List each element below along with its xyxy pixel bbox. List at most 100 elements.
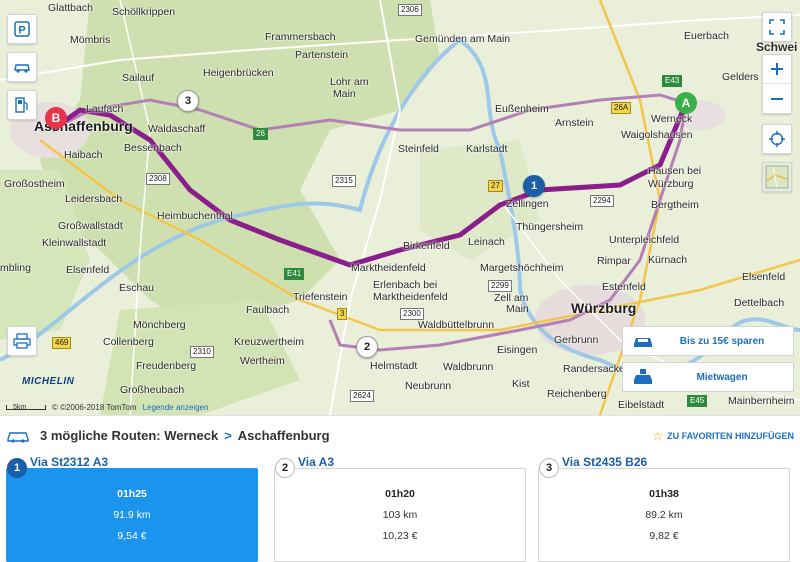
town-label: Euerbach — [684, 30, 729, 42]
town-label: Elsenfeld — [66, 264, 110, 276]
parking-button[interactable]: P — [7, 14, 37, 44]
town-label: Gelders — [722, 71, 759, 83]
town-label: Kist — [512, 378, 530, 390]
plus-icon — [771, 63, 783, 75]
price-saving-button[interactable]: Bis zu 15€ sparen — [622, 326, 794, 356]
route-duration: 01h25 — [117, 488, 147, 500]
svg-text:P: P — [18, 25, 25, 37]
road-number: 469 — [52, 337, 72, 349]
town-label: Glattbach — [48, 2, 93, 14]
town-label: Leidersbach — [65, 193, 123, 205]
town-label: Großheubach — [120, 384, 185, 396]
town-label: Erlenbach bei — [373, 279, 438, 291]
route-card-1[interactable]: 1 Via St2312 A3 01h25 91.9 km 9,54 € — [0, 455, 258, 562]
parking-icon: P — [14, 21, 30, 37]
panel-header: 3 mögliche Routen: Werneck > Aschaffenburg… — [0, 415, 800, 455]
printer-icon — [13, 333, 31, 349]
route-marker-1[interactable]: 1 — [523, 175, 545, 197]
town-label: Dettelbach — [734, 297, 785, 309]
town-label: Helmstadt — [370, 360, 418, 372]
town-label: Unterpleichfeld — [609, 234, 680, 246]
route-number-badge: 3 — [539, 458, 559, 478]
route-distance: 91.9 km — [113, 509, 151, 521]
route-distance: 89.2 km — [645, 509, 683, 521]
add-favorite-button[interactable]: ☆ ZU FAVORITEN HINZUFÜGEN — [652, 429, 794, 443]
michelin-logo: MICHELIN — [22, 376, 75, 387]
town-label: Karlstadt — [466, 143, 508, 155]
route-number-badge: 2 — [275, 458, 295, 478]
town-label: Waldaschaff — [148, 123, 206, 135]
summary-destination: Aschaffenburg — [237, 428, 330, 443]
route-details: 01h38 89.2 km 9,82 € — [538, 468, 790, 562]
route-details: 01h25 91.9 km 9,54 € — [6, 468, 258, 562]
scale-bar: 5km — [6, 404, 46, 411]
town-label: Sailauf — [122, 72, 155, 84]
town-label: Wertheim — [240, 355, 285, 367]
town-label: Gerbrunn — [554, 334, 599, 346]
traffic-button[interactable] — [7, 52, 37, 82]
town-label: Eußenheim — [495, 103, 549, 115]
town-label: Steinfeld — [398, 143, 439, 155]
town-label: Main — [506, 303, 529, 315]
start-pin[interactable]: A — [675, 92, 697, 114]
town-label: Randersacker — [563, 363, 629, 375]
town-label: Heimbuchenthal — [157, 210, 233, 222]
fuel-station-button[interactable] — [7, 90, 37, 120]
town-label: Leinach — [468, 236, 505, 248]
town-label: Marktheidenfeld — [351, 262, 426, 274]
fullscreen-button[interactable] — [762, 12, 792, 42]
rental-car-button[interactable]: Mietwagen — [622, 362, 794, 392]
town-label: Waldbüttelbrunn — [418, 319, 495, 331]
map-type-button[interactable] — [762, 162, 792, 192]
road-number: 27 — [488, 180, 503, 192]
road-number: 2306 — [398, 4, 422, 16]
town-label: Großostheim — [4, 178, 65, 190]
town-label: Frammersbach — [265, 31, 336, 43]
print-button[interactable] — [7, 326, 37, 356]
town-label: Faulbach — [246, 304, 290, 316]
legend-link[interactable]: Legende anzeigen — [143, 403, 209, 412]
crosshair-icon — [769, 131, 785, 147]
town-label: Mainbernheim — [728, 395, 795, 407]
rental-car-icon — [623, 368, 663, 386]
route-card-2[interactable]: 2 Via A3 01h20 103 km 10,23 € — [268, 455, 526, 562]
fuel-pump-icon — [15, 97, 28, 113]
town-label: Reichenberg — [547, 388, 607, 400]
town-label: mbling — [0, 262, 31, 274]
town-label: Thüngersheim — [516, 221, 584, 233]
minus-icon — [771, 97, 783, 100]
road-number: 2300 — [400, 308, 424, 320]
locate-button[interactable] — [762, 124, 792, 154]
car-front-icon — [623, 333, 663, 349]
zoom-out-button[interactable] — [762, 84, 792, 113]
town-label: Partenstein — [295, 49, 349, 61]
town-label: Estenfeld — [602, 281, 646, 293]
zoom-control — [762, 54, 792, 114]
route-number-badge: 1 — [7, 458, 27, 478]
map-view[interactable]: Glattbach Schöllkrippen Mömbris Frammers… — [0, 0, 800, 415]
town-label: Gemünden am Main — [415, 33, 511, 45]
town-label: Werneck — [651, 113, 693, 125]
zoom-in-button[interactable] — [762, 55, 792, 85]
route-card-3[interactable]: 3 Via St2435 B26 01h38 89.2 km 9,82 € — [532, 455, 790, 562]
price-saving-label: Bis zu 15€ sparen — [679, 335, 765, 347]
add-favorite-label: ZU FAVORITEN HINZUFÜGEN — [667, 431, 794, 441]
town-label: Kleinwallstadt — [42, 237, 107, 249]
route-marker-3[interactable]: 3 — [177, 90, 199, 112]
town-label: Kreuzwertheim — [234, 336, 305, 348]
road-number: 2299 — [488, 280, 512, 292]
star-icon: ☆ — [652, 429, 664, 443]
end-pin[interactable]: B — [45, 107, 67, 129]
road-number: E43 — [662, 75, 683, 87]
town-label: Bessenbach — [124, 142, 182, 154]
route-marker-2[interactable]: 2 — [356, 336, 378, 358]
town-label: Bergtheim — [651, 199, 699, 211]
car-icon — [6, 429, 32, 443]
road-number: 2310 — [190, 346, 214, 358]
car-traffic-icon — [14, 64, 30, 73]
town-label: Schwei — [756, 40, 798, 54]
road-number: 3 — [337, 308, 348, 320]
route-duration: 01h20 — [385, 488, 415, 500]
town-label: Heigenbrücken — [203, 67, 274, 79]
town-label: Mönchberg — [133, 319, 186, 331]
